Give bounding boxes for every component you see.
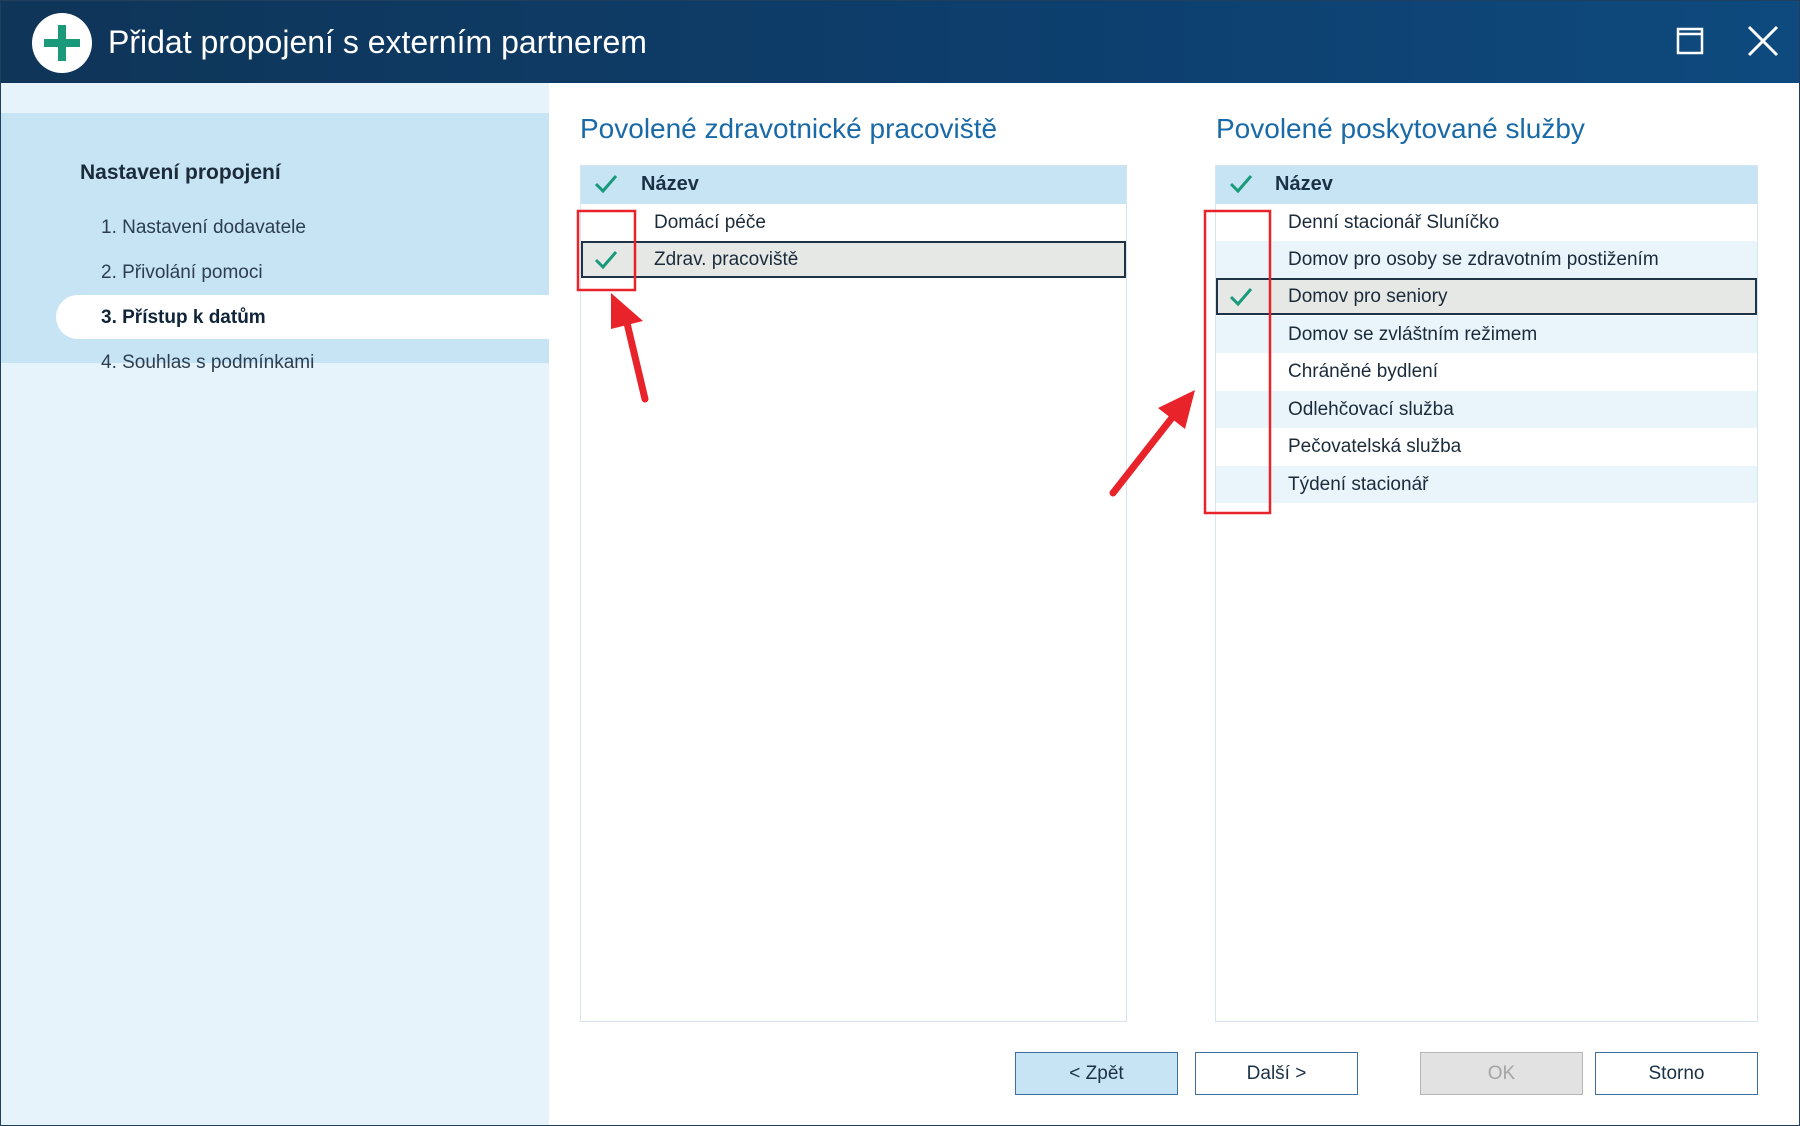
wizard-sidebar: Nastavení propojení 1. Nastavení dodavat…	[1, 83, 549, 1125]
service-label: Pečovatelská služba	[1288, 436, 1462, 457]
check-icon	[1229, 288, 1253, 307]
service-row[interactable]: Týdení stacionář	[1216, 466, 1757, 503]
close-icon	[1747, 25, 1779, 57]
back-button[interactable]: < Zpět	[1015, 1052, 1178, 1095]
wizard-step-call-help[interactable]: 2. Přivolání pomoci	[101, 262, 263, 284]
service-label: Chráněné bydlení	[1288, 361, 1438, 382]
services-grid: Název Denní stacionář Sluníčko Domov pro…	[1215, 165, 1758, 1022]
service-row[interactable]: Domov pro seniory	[1216, 278, 1757, 315]
select-all-checkbox[interactable]	[1228, 172, 1254, 201]
maximize-button[interactable]	[1668, 19, 1712, 63]
next-button[interactable]: Další >	[1195, 1052, 1358, 1095]
row-checkbox[interactable]	[1216, 241, 1270, 278]
dialog-window: Přidat propojení s externím partnerem Na…	[0, 0, 1800, 1126]
service-label: Domov pro seniory	[1288, 286, 1448, 307]
ok-button[interactable]: OK	[1420, 1052, 1583, 1095]
service-row[interactable]: Pečovatelská služba	[1216, 428, 1757, 465]
check-icon	[1229, 175, 1253, 194]
service-label: Týdení stacionář	[1288, 474, 1429, 495]
service-row[interactable]: Denní stacionář Sluníčko	[1216, 204, 1757, 241]
grid-header: Název	[1216, 166, 1757, 204]
row-checkbox[interactable]	[581, 204, 635, 241]
check-icon	[594, 175, 618, 194]
column-header-name[interactable]: Název	[641, 173, 699, 196]
wizard-steps-heading: Nastavení propojení	[80, 161, 281, 184]
workplaces-title: Povolené zdravotnické pracoviště	[580, 113, 998, 144]
select-all-checkbox[interactable]	[593, 172, 619, 201]
workplace-row[interactable]: Zdrav. pracoviště	[581, 241, 1126, 278]
service-row[interactable]: Domov pro osoby se zdravotním postižením	[1216, 241, 1757, 278]
row-checkbox[interactable]	[1216, 353, 1270, 390]
service-row[interactable]: Odlehčovací služba	[1216, 391, 1757, 428]
window-title: Přidat propojení s externím partnerem	[108, 24, 647, 60]
wizard-steps-panel: Nastavení propojení 1. Nastavení dodavat…	[1, 113, 549, 373]
workplace-row[interactable]: Domácí péče	[581, 204, 1126, 241]
row-checkbox[interactable]	[1216, 316, 1270, 353]
maximize-icon	[1676, 27, 1704, 55]
plus-circle-icon	[32, 13, 92, 73]
workplaces-grid: Název Domácí péče Zdrav. pracoviště	[580, 165, 1127, 1022]
row-checkbox[interactable]	[1216, 428, 1270, 465]
service-row[interactable]: Domov se zvláštním režimem	[1216, 316, 1757, 353]
workplace-label: Zdrav. pracoviště	[654, 249, 799, 270]
wizard-step-data-access[interactable]: 3. Přístup k datům	[101, 307, 266, 329]
service-label: Denní stacionář Sluníčko	[1288, 212, 1500, 233]
row-checkbox[interactable]	[1216, 204, 1270, 241]
row-checkbox[interactable]	[1216, 278, 1270, 315]
column-header-name[interactable]: Název	[1275, 173, 1333, 196]
check-icon	[594, 251, 618, 270]
services-title: Povolené poskytované služby	[1216, 113, 1585, 144]
title-bar: Přidat propojení s externím partnerem	[1, 1, 1799, 83]
workplace-label: Domácí péče	[654, 212, 766, 233]
close-button[interactable]	[1741, 19, 1785, 63]
row-checkbox[interactable]	[1216, 466, 1270, 503]
row-checkbox[interactable]	[1216, 391, 1270, 428]
row-checkbox[interactable]	[581, 241, 635, 278]
grid-header: Název	[581, 166, 1126, 204]
wizard-step-terms[interactable]: 4. Souhlas s podmínkami	[101, 352, 314, 374]
service-label: Odlehčovací služba	[1288, 399, 1454, 420]
service-label: Domov se zvláštním režimem	[1288, 324, 1538, 345]
service-row[interactable]: Chráněné bydlení	[1216, 353, 1757, 390]
service-label: Domov pro osoby se zdravotním postižením	[1288, 249, 1659, 270]
cancel-button[interactable]: Storno	[1595, 1052, 1758, 1095]
wizard-step-supplier[interactable]: 1. Nastavení dodavatele	[101, 217, 306, 239]
